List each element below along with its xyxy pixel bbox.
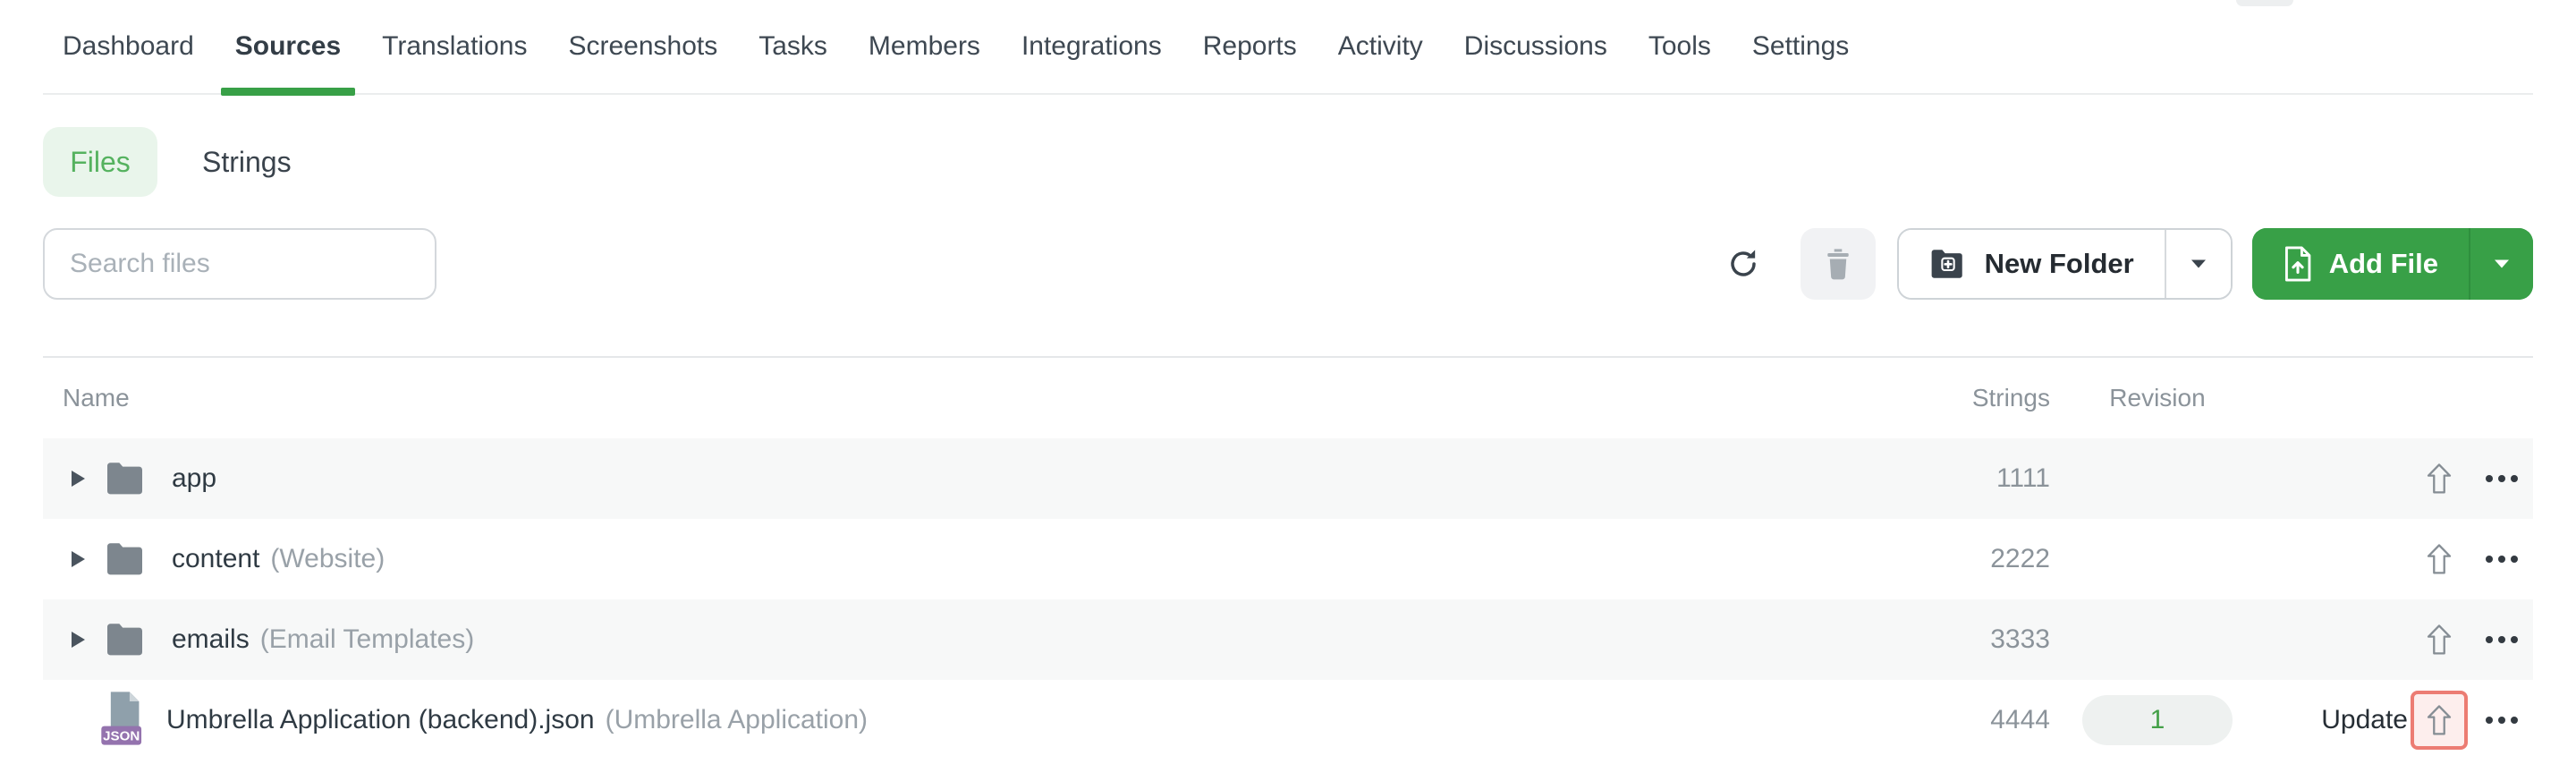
update-link[interactable]: Update xyxy=(2265,705,2408,735)
nav-item-activity[interactable]: Activity xyxy=(1338,0,1423,94)
add-file-dropdown-button[interactable] xyxy=(2469,228,2533,300)
expand-caret-icon[interactable] xyxy=(64,471,91,487)
row-menu-button[interactable] xyxy=(2477,627,2527,652)
table-row-file-umbrella-json[interactable]: JSON Umbrella Application (backend).json… xyxy=(43,680,2533,760)
nav-item-reports[interactable]: Reports xyxy=(1203,0,1297,94)
nav-item-members[interactable]: Members xyxy=(869,0,980,94)
upload-arrow-icon xyxy=(2426,543,2453,575)
folder-title-note: (Email Templates) xyxy=(259,624,475,654)
files-table: Name Strings Revision app 1111 content (… xyxy=(43,358,2533,760)
row-menu-button[interactable] xyxy=(2477,708,2527,733)
table-header: Name Strings Revision xyxy=(43,358,2533,438)
folder-icon xyxy=(100,541,150,577)
row-menu-button[interactable] xyxy=(2477,547,2527,572)
expand-caret-icon[interactable] xyxy=(64,551,91,567)
chevron-down-icon xyxy=(2190,258,2207,270)
add-file-split-button: Add File xyxy=(2251,228,2533,300)
folder-name: app xyxy=(172,463,217,493)
table-row-folder-content[interactable]: content (Website) 2222 xyxy=(43,519,2533,599)
project-nav: Dashboard Sources Translations Screensho… xyxy=(43,0,2533,96)
upload-translations-button[interactable] xyxy=(2426,463,2453,495)
search-input[interactable] xyxy=(43,228,436,300)
new-folder-button[interactable]: New Folder xyxy=(1898,230,2165,298)
upload-translations-button-highlighted[interactable] xyxy=(2411,691,2468,750)
strings-count: 2222 xyxy=(1990,544,2050,573)
table-row-folder-emails[interactable]: emails (Email Templates) 3333 xyxy=(43,599,2533,680)
nav-item-discussions[interactable]: Discussions xyxy=(1464,0,1607,94)
nav-item-tools[interactable]: Tools xyxy=(1648,0,1711,94)
file-name: Umbrella Application (backend).json xyxy=(166,705,595,734)
nav-item-sources[interactable]: Sources xyxy=(220,0,356,96)
nav-item-settings[interactable]: Settings xyxy=(1752,0,1849,94)
chevron-down-icon xyxy=(2493,258,2511,270)
strings-count: 1111 xyxy=(1996,463,2050,493)
revision-badge[interactable]: 1 xyxy=(2082,695,2233,745)
nav-item-integrations[interactable]: Integrations xyxy=(1021,0,1162,94)
folder-name: content xyxy=(172,544,260,573)
json-badge-label: JSON xyxy=(103,728,140,743)
folder-title-note: (Website) xyxy=(270,544,386,573)
refresh-button[interactable] xyxy=(1724,228,1763,300)
row-menu-button[interactable] xyxy=(2477,466,2527,491)
strings-count: 4444 xyxy=(1990,705,2050,734)
new-folder-label: New Folder xyxy=(1984,248,2134,279)
column-header-strings: Strings xyxy=(1971,384,2050,412)
delete-button[interactable] xyxy=(1800,228,1876,300)
ellipsis-icon xyxy=(2486,636,2493,643)
file-title-note: (Umbrella Application) xyxy=(605,705,869,734)
sources-page: Dashboard Sources Translations Screensho… xyxy=(0,0,2576,764)
folder-icon xyxy=(100,461,150,497)
folder-plus-icon xyxy=(1929,248,1967,280)
files-toolbar: New Folder xyxy=(43,228,2533,300)
tab-files[interactable]: Files xyxy=(43,127,157,197)
folder-name: emails xyxy=(172,624,250,654)
add-file-button[interactable]: Add File xyxy=(2251,228,2469,300)
strings-count: 3333 xyxy=(1990,624,2050,654)
column-header-name: Name xyxy=(63,384,130,412)
upload-translations-button[interactable] xyxy=(2426,543,2453,575)
toolbar-actions: New Folder Add File xyxy=(1724,228,2533,300)
ellipsis-icon xyxy=(2486,475,2493,482)
upload-translations-button[interactable] xyxy=(2426,624,2453,656)
upload-arrow-icon xyxy=(2426,463,2453,495)
refresh-icon xyxy=(1725,246,1761,282)
table-row-folder-app[interactable]: app 1111 xyxy=(43,438,2533,519)
new-folder-dropdown-button[interactable] xyxy=(2164,230,2231,298)
ellipsis-icon xyxy=(2486,717,2493,724)
file-upload-icon xyxy=(2283,245,2313,283)
expand-caret-icon[interactable] xyxy=(64,632,91,648)
add-file-label: Add File xyxy=(2328,248,2438,279)
tab-strings[interactable]: Strings xyxy=(202,146,292,179)
trash-icon xyxy=(1821,246,1855,282)
folder-icon xyxy=(100,622,150,658)
nav-item-dashboard[interactable]: Dashboard xyxy=(63,0,194,94)
view-switcher: Files Strings xyxy=(43,127,292,197)
ellipsis-icon xyxy=(2486,556,2493,563)
nav-item-tasks[interactable]: Tasks xyxy=(758,0,827,94)
upload-arrow-icon xyxy=(2426,624,2453,656)
nav-item-screenshots[interactable]: Screenshots xyxy=(568,0,717,94)
nav-item-translations[interactable]: Translations xyxy=(382,0,527,94)
column-header-revision: Revision xyxy=(2109,384,2206,412)
upload-arrow-icon xyxy=(2426,704,2453,736)
json-file-icon: JSON xyxy=(100,691,145,750)
new-folder-split-button: New Folder xyxy=(1896,228,2233,300)
